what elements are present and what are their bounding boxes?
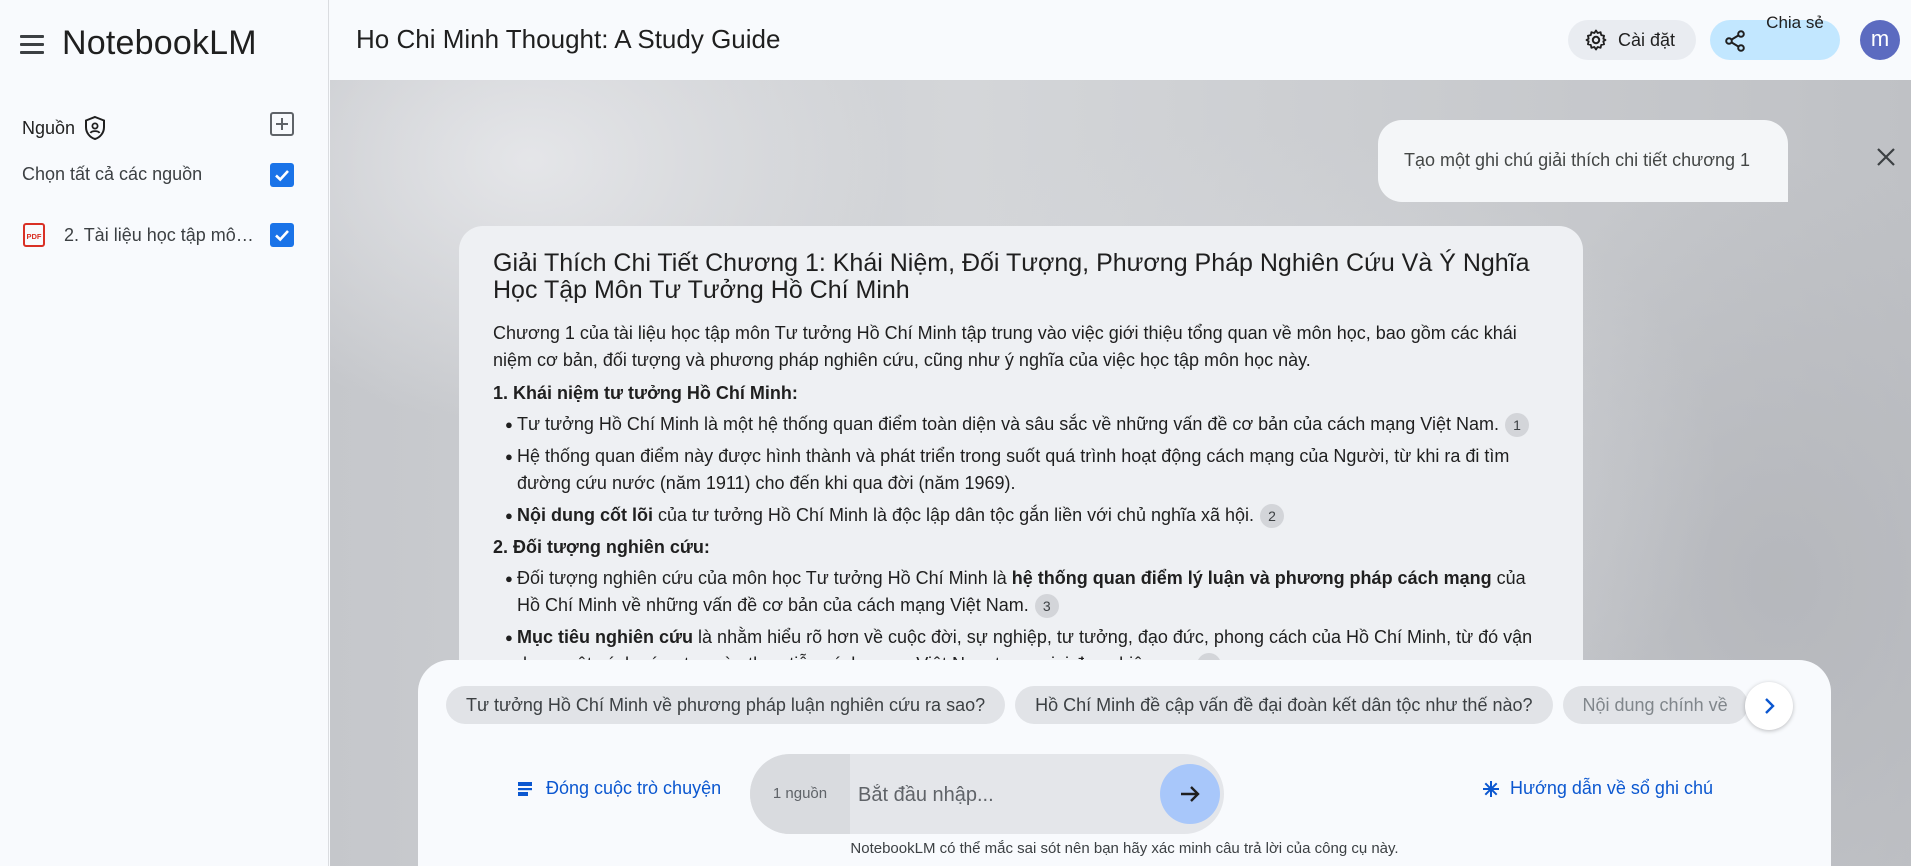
select-all-label: Chọn tất cả các nguồn [22, 164, 203, 184]
sidebar: NotebookLM Nguồn Chọn tất cả các nguồn P… [0, 0, 329, 866]
settings-label: Cài đặt [1618, 29, 1676, 50]
citation-badge[interactable]: 1 [1504, 413, 1529, 438]
source-checkbox[interactable] [270, 223, 294, 247]
bullet-item: Hệ thống quan điểm này được hình thành v… [505, 443, 1549, 497]
settings-button[interactable]: Cài đặt [1568, 20, 1696, 60]
section-heading: 2. Đối tượng nghiên cứu: [493, 537, 710, 557]
send-button[interactable] [1160, 764, 1220, 824]
answer-title: Giải Thích Chi Tiết Chương 1: Khái Niệm,… [493, 249, 1530, 304]
close-chat-label: Đóng cuộc trò chuyện [546, 778, 722, 798]
notebook-title[interactable]: Ho Chi Minh Thought: A Study Guide [356, 24, 780, 55]
notebook-guide-label: Hướng dẫn về sổ ghi chú [1510, 778, 1713, 798]
menu-icon[interactable] [20, 30, 50, 60]
chat-input-container: 1 nguồn [750, 754, 1224, 834]
citation-badge[interactable]: 3 [1034, 594, 1059, 619]
notes-icon [518, 781, 532, 796]
bullet-item: Đối tượng nghiên cứu của môn học Tư tưởn… [505, 565, 1549, 619]
bullet-text: Đối tượng nghiên cứu của môn học Tư tưởn… [517, 568, 1012, 588]
close-chat-button[interactable]: Đóng cuộc trò chuyện [516, 778, 721, 799]
user-message: Tạo một ghi chú giải thích chi tiết chươ… [1378, 120, 1788, 202]
close-icon[interactable] [1873, 144, 1899, 170]
bullet-bold: Mục tiêu nghiên cứu [517, 627, 694, 647]
composer: Tư tưởng Hồ Chí Minh về phương pháp luận… [418, 660, 1831, 866]
chevron-right-icon [1765, 698, 1775, 714]
app-brand: NotebookLM [62, 24, 257, 62]
avatar[interactable]: m [1860, 20, 1900, 60]
bullet-text: của tư tưởng Hồ Chí Minh là độc lập dân … [652, 505, 1255, 525]
check-icon [275, 230, 289, 242]
notebook-guide-button[interactable]: Hướng dẫn về sổ ghi chú [1482, 778, 1713, 799]
share-label: Chia sẻ [1766, 13, 1824, 32]
check-icon [275, 170, 289, 182]
source-count-badge: 1 nguồn [750, 754, 850, 834]
pdf-icon: PDF [23, 223, 45, 247]
bullet-text: Tư tưởng Hồ Chí Minh là một hệ thống qua… [517, 414, 1499, 434]
source-item[interactable]: PDF 2. Tài liệu học tập môn Tư tưởng Hồ … [22, 222, 254, 248]
share-button[interactable]: Chia sẻ [1710, 13, 1840, 60]
sparkle-icon [1483, 780, 1499, 797]
share-icon [1725, 30, 1745, 52]
chips-next-button[interactable] [1745, 682, 1793, 730]
svg-text:PDF: PDF [27, 232, 42, 241]
top-bar: Ho Chi Minh Thought: A Study Guide Cài đ… [330, 0, 1911, 80]
answer-intro: Chương 1 của tài liệu học tập môn Tư tưở… [493, 323, 1517, 370]
disclaimer: NotebookLM có thể mắc sai sót nên bạn hã… [850, 840, 1399, 857]
sources-header: Nguồn [22, 115, 107, 141]
sources-heading: Nguồn [22, 117, 76, 138]
select-all-checkbox[interactable] [270, 163, 294, 187]
suggestion-chip[interactable]: Nội dung chính về [1562, 686, 1748, 724]
arrow-right-icon [1181, 786, 1200, 802]
gear-icon [1585, 29, 1607, 51]
suggestion-chip[interactable]: Tư tưởng Hồ Chí Minh về phương pháp luận… [446, 686, 1006, 724]
source-label: 2. Tài liệu học tập môn Tư tưởng Hồ Chí … [64, 224, 254, 245]
suggestion-chip[interactable]: Hồ Chí Minh đề cập vấn đề đại đoàn kết d… [1015, 686, 1553, 724]
bullet-bold: Nội dung cốt lõi [517, 505, 653, 525]
section-heading: 1. Khái niệm tư tưởng Hồ Chí Minh: [493, 383, 798, 403]
add-source-icon[interactable] [270, 112, 294, 136]
chat-panel: Tạo một ghi chú giải thích chi tiết chươ… [330, 80, 1911, 866]
bullet-item: Nội dung cốt lõi của tư tưởng Hồ Chí Min… [505, 502, 1549, 529]
bullet-bold: hệ thống quan điểm lý luận và phương phá… [1011, 568, 1492, 588]
suggestion-chips: Tư tưởng Hồ Chí Minh về phương pháp luận… [446, 686, 1806, 726]
citation-badge[interactable]: 2 [1260, 504, 1285, 529]
chat-input[interactable] [856, 772, 1140, 818]
shield-icon [85, 115, 106, 141]
bullet-text: Hệ thống quan điểm này được hình thành v… [517, 446, 1510, 493]
bullet-item: Tư tưởng Hồ Chí Minh là một hệ thống qua… [505, 411, 1549, 438]
